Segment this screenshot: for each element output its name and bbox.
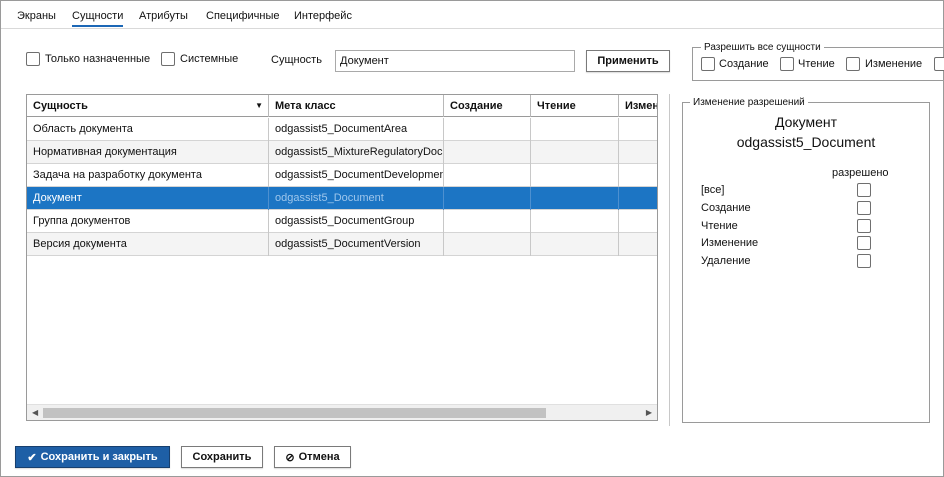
cell-entity: Документ [27, 187, 269, 210]
col-read-header[interactable]: Чтение [531, 95, 619, 117]
col-meta-header[interactable]: Мета класс [269, 95, 444, 117]
cell-meta: odgassist5_DocumentDevelopment [269, 164, 444, 187]
col-entity-label: Сущность [33, 100, 88, 112]
table-row-selected[interactable]: Документ odgassist5_Document [27, 187, 657, 210]
perm-create-label: Создание [701, 202, 751, 214]
cell-update [619, 141, 657, 164]
save-and-close-label: Сохранить и закрыть [40, 451, 158, 463]
cell-read [531, 164, 619, 187]
allow-all-update-checkbox[interactable] [846, 57, 860, 71]
scroll-left-icon[interactable]: ◀ [32, 408, 38, 417]
cancel-icon: ⊘ [285, 451, 295, 464]
cell-create [444, 210, 531, 233]
cell-read [531, 141, 619, 164]
panel-splitter[interactable] [669, 94, 670, 426]
perm-all-checkbox[interactable] [857, 183, 871, 197]
only-assigned-label: Только назначенные [45, 53, 151, 65]
table-row[interactable]: Нормативная документация odgassist5_Mixt… [27, 141, 657, 164]
perm-update-checkbox[interactable] [857, 236, 871, 250]
cell-meta: odgassist5_MixtureRegulatoryDocu [269, 141, 444, 164]
entity-filter-label: Сущность [271, 54, 322, 66]
scrollbar-thumb[interactable] [43, 408, 546, 418]
only-assigned-checkbox[interactable] [26, 52, 40, 66]
cell-update [619, 210, 657, 233]
system-checkbox[interactable] [161, 52, 175, 66]
entity-filter-input[interactable] [335, 50, 575, 72]
tab-interface[interactable]: Интерфейс [294, 10, 352, 22]
cell-entity: Группа документов [27, 210, 269, 233]
table-row[interactable]: Группа документов odgassist5_DocumentGro… [27, 210, 657, 233]
perm-all-label: [все] [701, 184, 725, 196]
cell-update [619, 233, 657, 256]
allow-all-create-checkbox[interactable] [701, 57, 715, 71]
cell-update [619, 164, 657, 187]
cell-create [444, 233, 531, 256]
cancel-button[interactable]: ⊘ Отмена [274, 446, 351, 468]
apply-button[interactable]: Применить [586, 50, 670, 72]
cell-create [444, 141, 531, 164]
cell-meta: odgassist5_DocumentGroup [269, 210, 444, 233]
cell-meta: odgassist5_DocumentArea [269, 118, 444, 141]
cell-entity: Область документа [27, 118, 269, 141]
perm-read-label: Чтение [701, 220, 738, 232]
perm-delete-checkbox[interactable] [857, 254, 871, 268]
allow-all-read-label: Чтение [798, 58, 835, 70]
perm-delete-label: Удаление [701, 255, 751, 267]
scroll-right-icon[interactable]: ▶ [646, 408, 652, 417]
save-and-close-button[interactable]: ✔ Сохранить и закрыть [15, 446, 170, 468]
table-row[interactable]: Область документа odgassist5_DocumentAre… [27, 118, 657, 141]
table-row[interactable]: Версия документа odgassist5_DocumentVers… [27, 233, 657, 256]
col-entity-header[interactable]: Сущность ▼ [27, 95, 269, 117]
tab-screens[interactable]: Экраны [17, 10, 56, 22]
allow-all-read-checkbox[interactable] [780, 57, 794, 71]
permissions-legend: Изменение разрешений [690, 97, 808, 108]
save-button[interactable]: Сохранить [181, 446, 263, 468]
sort-desc-icon: ▼ [255, 101, 263, 110]
tab-entities[interactable]: Сущности [72, 10, 124, 27]
system-label: Системные [180, 53, 239, 65]
cell-meta: odgassist5_DocumentVersion [269, 233, 444, 256]
tab-bar: Экраны Сущности Атрибуты Специфичные Инт… [1, 1, 943, 29]
grid-header: Сущность ▼ Мета класс Создание Чтение Из… [27, 95, 657, 117]
cell-create [444, 164, 531, 187]
allowed-column-header: разрешено [832, 167, 889, 179]
cell-create [444, 187, 531, 210]
cell-read [531, 187, 619, 210]
allow-all-delete-checkbox[interactable] [934, 57, 944, 71]
cell-entity: Версия документа [27, 233, 269, 256]
cell-create [444, 118, 531, 141]
table-row[interactable]: Задача на разработку документа odgassist… [27, 164, 657, 187]
permissions-entity-meta: odgassist5_Document [736, 134, 876, 150]
cell-update [619, 118, 657, 141]
tab-attributes[interactable]: Атрибуты [139, 10, 188, 22]
checkmark-icon: ✔ [27, 451, 37, 464]
perm-update-label: Изменение [701, 237, 759, 249]
cell-entity: Задача на разработку документа [27, 164, 269, 187]
allow-all-create-label: Создание [719, 58, 769, 70]
permissions-entity-name: Документ [774, 114, 838, 130]
col-update-header[interactable]: Измен [619, 95, 657, 117]
cell-read [531, 233, 619, 256]
tab-specific[interactable]: Специфичные [206, 10, 280, 22]
cell-entity: Нормативная документация [27, 141, 269, 164]
perm-read-checkbox[interactable] [857, 219, 871, 233]
entities-grid: Сущность ▼ Мета класс Создание Чтение Из… [26, 94, 658, 421]
cell-update [619, 187, 657, 210]
allow-all-update-label: Изменение [865, 58, 923, 70]
cancel-label: Отмена [298, 451, 340, 463]
allow-all-legend: Разрешить все сущности [701, 42, 824, 53]
col-create-header[interactable]: Создание [444, 95, 531, 117]
cell-meta: odgassist5_Document [269, 187, 444, 210]
cell-read [531, 210, 619, 233]
horizontal-scrollbar[interactable]: ◀ ▶ [27, 404, 657, 420]
cell-read [531, 118, 619, 141]
perm-create-checkbox[interactable] [857, 201, 871, 215]
